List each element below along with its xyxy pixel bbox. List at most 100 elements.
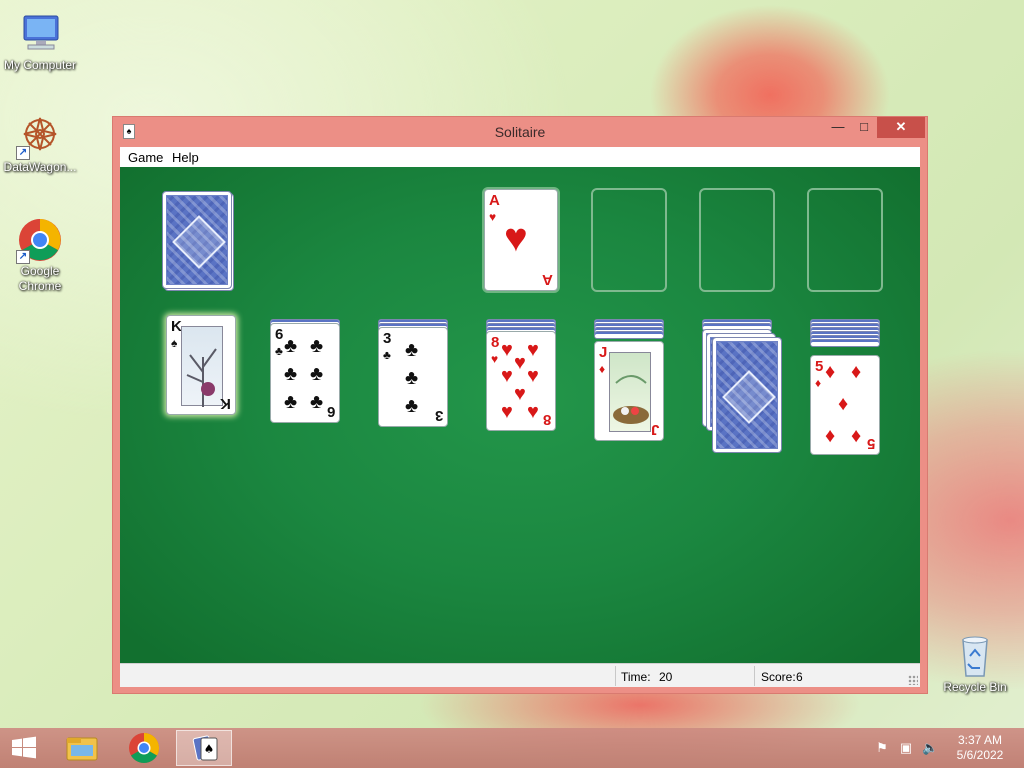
card-rank: K bbox=[220, 395, 231, 412]
card-rank: 6 bbox=[326, 403, 335, 420]
close-button[interactable]: ✕ bbox=[877, 117, 925, 138]
network-icon[interactable]: ▣ bbox=[898, 740, 914, 756]
club-suit-icon: ♣ bbox=[275, 344, 283, 358]
recycle-bin-icon bbox=[951, 632, 999, 680]
minimize-button[interactable]: — bbox=[825, 117, 851, 138]
tableau-1-top-card[interactable]: K ♠ K bbox=[166, 315, 236, 415]
card-rank: 5 bbox=[815, 358, 824, 375]
heart-suit-icon: ♥ bbox=[527, 365, 539, 387]
diamond-suit-icon: ♦ bbox=[599, 362, 606, 376]
start-button[interactable] bbox=[0, 730, 48, 766]
desktop-icon-label: Google Chrome bbox=[18, 264, 62, 293]
tableau-2-top-card[interactable]: 6 ♣ ♣ ♣ ♣ ♣ ♣ ♣ 6 bbox=[270, 323, 340, 423]
desktop-icon-datawagon[interactable]: ↗ DataWagon... bbox=[0, 112, 80, 175]
menu-game[interactable]: Game bbox=[128, 150, 163, 165]
heart-suit-icon: ♥ bbox=[501, 401, 513, 423]
jack-nest-picture bbox=[609, 352, 651, 432]
tableau-4-top-card[interactable]: 8 ♥ ♥ ♥ ♥ ♥ ♥ ♥ ♥ ♥ 8 bbox=[486, 331, 556, 431]
desktop-icon-recycle-bin[interactable]: Recycle Bin bbox=[935, 632, 1015, 695]
foundation-4-empty[interactable] bbox=[807, 188, 883, 292]
desktop-icon-google-chrome[interactable]: ↗ Google Chrome bbox=[0, 216, 80, 294]
taskbar-solitaire[interactable]: ♠ bbox=[176, 730, 232, 766]
tableau-5-facedown bbox=[594, 331, 664, 339]
status-bar: Time: 20 Score: 6 bbox=[120, 663, 920, 687]
card-rank: 6 bbox=[275, 326, 284, 343]
heart-suit-icon: ♥ bbox=[527, 401, 539, 423]
status-separator bbox=[615, 666, 616, 686]
maximize-button[interactable]: □ bbox=[851, 117, 877, 138]
king-winter-picture bbox=[181, 326, 223, 407]
diamond-suit-icon: ♦ bbox=[825, 425, 836, 447]
solitaire-icon: ♠ bbox=[192, 735, 218, 761]
menu-help[interactable]: Help bbox=[172, 150, 199, 165]
shortcut-arrow-icon: ↗ bbox=[16, 146, 30, 160]
foundation-1-card[interactable]: A ♥ ♥ A bbox=[484, 189, 558, 291]
stock-card-back[interactable] bbox=[162, 191, 232, 289]
card-rank: A bbox=[542, 271, 553, 288]
diamond-suit-icon: ♦ bbox=[825, 361, 836, 383]
game-board[interactable]: A ♥ ♥ A K ♠ K 6 ♣ ♣ ♣ ♣ ♣ ♣ ♣ 6 3 ♣ ♣ ♣ … bbox=[120, 167, 920, 663]
spade-suit-icon: ♠ bbox=[171, 336, 178, 350]
card-rank: 3 bbox=[434, 407, 443, 424]
shortcut-arrow-icon: ↗ bbox=[16, 250, 30, 264]
status-separator bbox=[754, 666, 755, 686]
taskbar: ♠ ⚑ ▣ 🔈 3:37 AM 5/6/2022 bbox=[0, 728, 1024, 768]
resize-grip-icon[interactable] bbox=[908, 675, 918, 685]
card-rank: 8 bbox=[491, 334, 500, 351]
tableau-7-facedown bbox=[810, 339, 880, 347]
club-suit-icon: ♣ bbox=[310, 335, 324, 357]
club-suit-icon: ♣ bbox=[284, 391, 298, 413]
heart-suit-icon: ♥ bbox=[489, 210, 497, 224]
diamond-suit-icon: ♦ bbox=[851, 425, 862, 447]
datawagon-logo-icon: ↗ bbox=[16, 112, 64, 160]
club-suit-icon: ♣ bbox=[310, 391, 324, 413]
taskbar-chrome[interactable] bbox=[116, 730, 172, 766]
windows-logo-icon bbox=[12, 736, 36, 759]
club-suit-icon: ♣ bbox=[383, 348, 391, 362]
action-center-flag-icon[interactable]: ⚑ bbox=[874, 740, 890, 756]
computer-icon bbox=[16, 10, 64, 58]
card-rank: J bbox=[650, 421, 659, 438]
chrome-icon bbox=[129, 733, 160, 764]
desktop-icon-label: My Computer bbox=[3, 58, 77, 72]
tableau-5-top-card[interactable]: J ♦ J bbox=[594, 341, 664, 441]
diamond-suit-icon: ♦ bbox=[815, 376, 822, 390]
tableau-6-top-back[interactable] bbox=[712, 337, 782, 453]
card-rank: 3 bbox=[383, 330, 392, 347]
diamond-suit-icon: ♦ bbox=[838, 393, 849, 415]
heart-suit-icon: ♥ bbox=[514, 352, 526, 374]
file-explorer-icon bbox=[66, 737, 98, 761]
heart-suit-icon: ♥ bbox=[501, 339, 513, 361]
card-rank: J bbox=[599, 344, 608, 361]
tableau-7-top-card[interactable]: 5 ♦ ♦ ♦ ♦ ♦ ♦ 5 bbox=[810, 355, 880, 455]
clock-date: 5/6/2022 bbox=[956, 748, 1004, 762]
club-suit-icon: ♣ bbox=[405, 367, 419, 389]
heart-suit-icon: ♥ bbox=[527, 339, 539, 361]
clock[interactable]: 3:37 AM 5/6/2022 bbox=[952, 733, 1008, 763]
heart-suit-icon: ♥ bbox=[501, 365, 513, 387]
club-suit-icon: ♣ bbox=[310, 363, 324, 385]
menu-bar: Game Help bbox=[120, 147, 920, 167]
chrome-icon: ↗ bbox=[16, 216, 64, 264]
window-title: Solitaire bbox=[494, 124, 546, 140]
club-suit-icon: ♣ bbox=[284, 363, 298, 385]
time-value: 20 bbox=[659, 670, 673, 684]
foundation-3-empty[interactable] bbox=[699, 188, 775, 292]
desktop-icon-my-computer[interactable]: My Computer bbox=[0, 10, 80, 73]
svg-text:♠: ♠ bbox=[204, 742, 215, 756]
volume-muted-icon[interactable]: 🔈 bbox=[922, 740, 938, 756]
desktop-icon-label: Recycle Bin bbox=[943, 680, 1007, 694]
heart-suit-icon: ♥ bbox=[491, 352, 499, 366]
card-rank: A bbox=[489, 192, 500, 209]
foundation-2-empty[interactable] bbox=[591, 188, 667, 292]
tableau-3-top-card[interactable]: 3 ♣ ♣ ♣ ♣ 3 bbox=[378, 327, 448, 427]
title-bar[interactable]: ♠ Solitaire — □ ✕ bbox=[113, 117, 927, 147]
diamond-suit-icon: ♦ bbox=[851, 361, 862, 383]
card-rank: 5 bbox=[866, 435, 875, 452]
score-value: 6 bbox=[796, 670, 803, 684]
card-rank: 8 bbox=[542, 411, 551, 428]
clock-time: 3:37 AM bbox=[957, 733, 1003, 747]
taskbar-file-explorer[interactable] bbox=[54, 730, 110, 766]
club-suit-icon: ♣ bbox=[405, 395, 419, 417]
time-label: Time: bbox=[621, 670, 651, 684]
